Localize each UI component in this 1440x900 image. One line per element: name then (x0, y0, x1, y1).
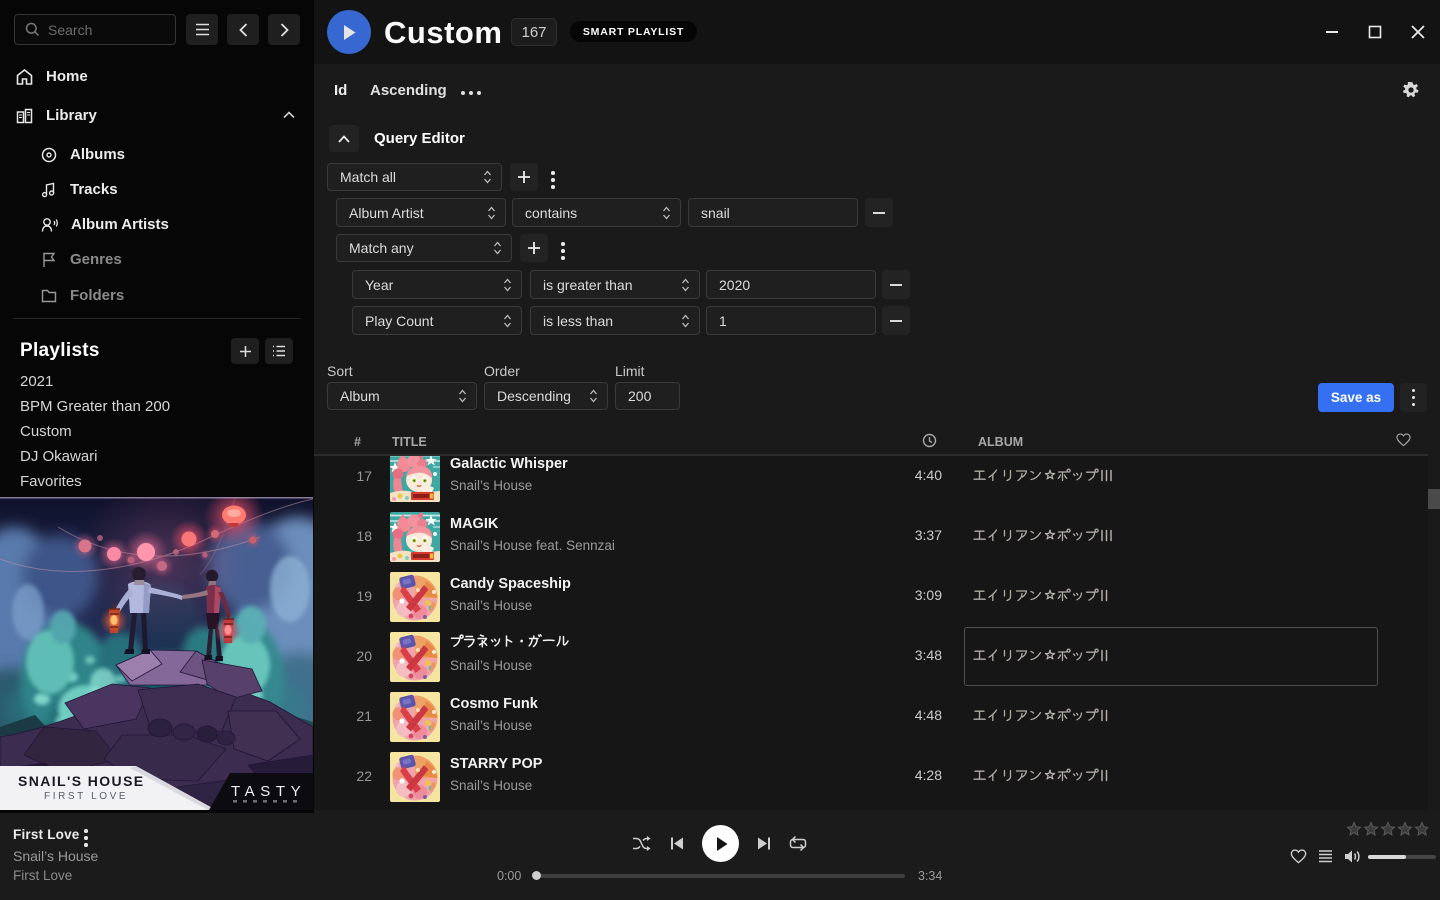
svg-text:FIRST LOVE: FIRST LOVE (44, 791, 128, 802)
svg-text:TASTY: TASTY (231, 783, 306, 800)
svg-text:SNAIL'S HOUSE: SNAIL'S HOUSE (18, 773, 145, 789)
